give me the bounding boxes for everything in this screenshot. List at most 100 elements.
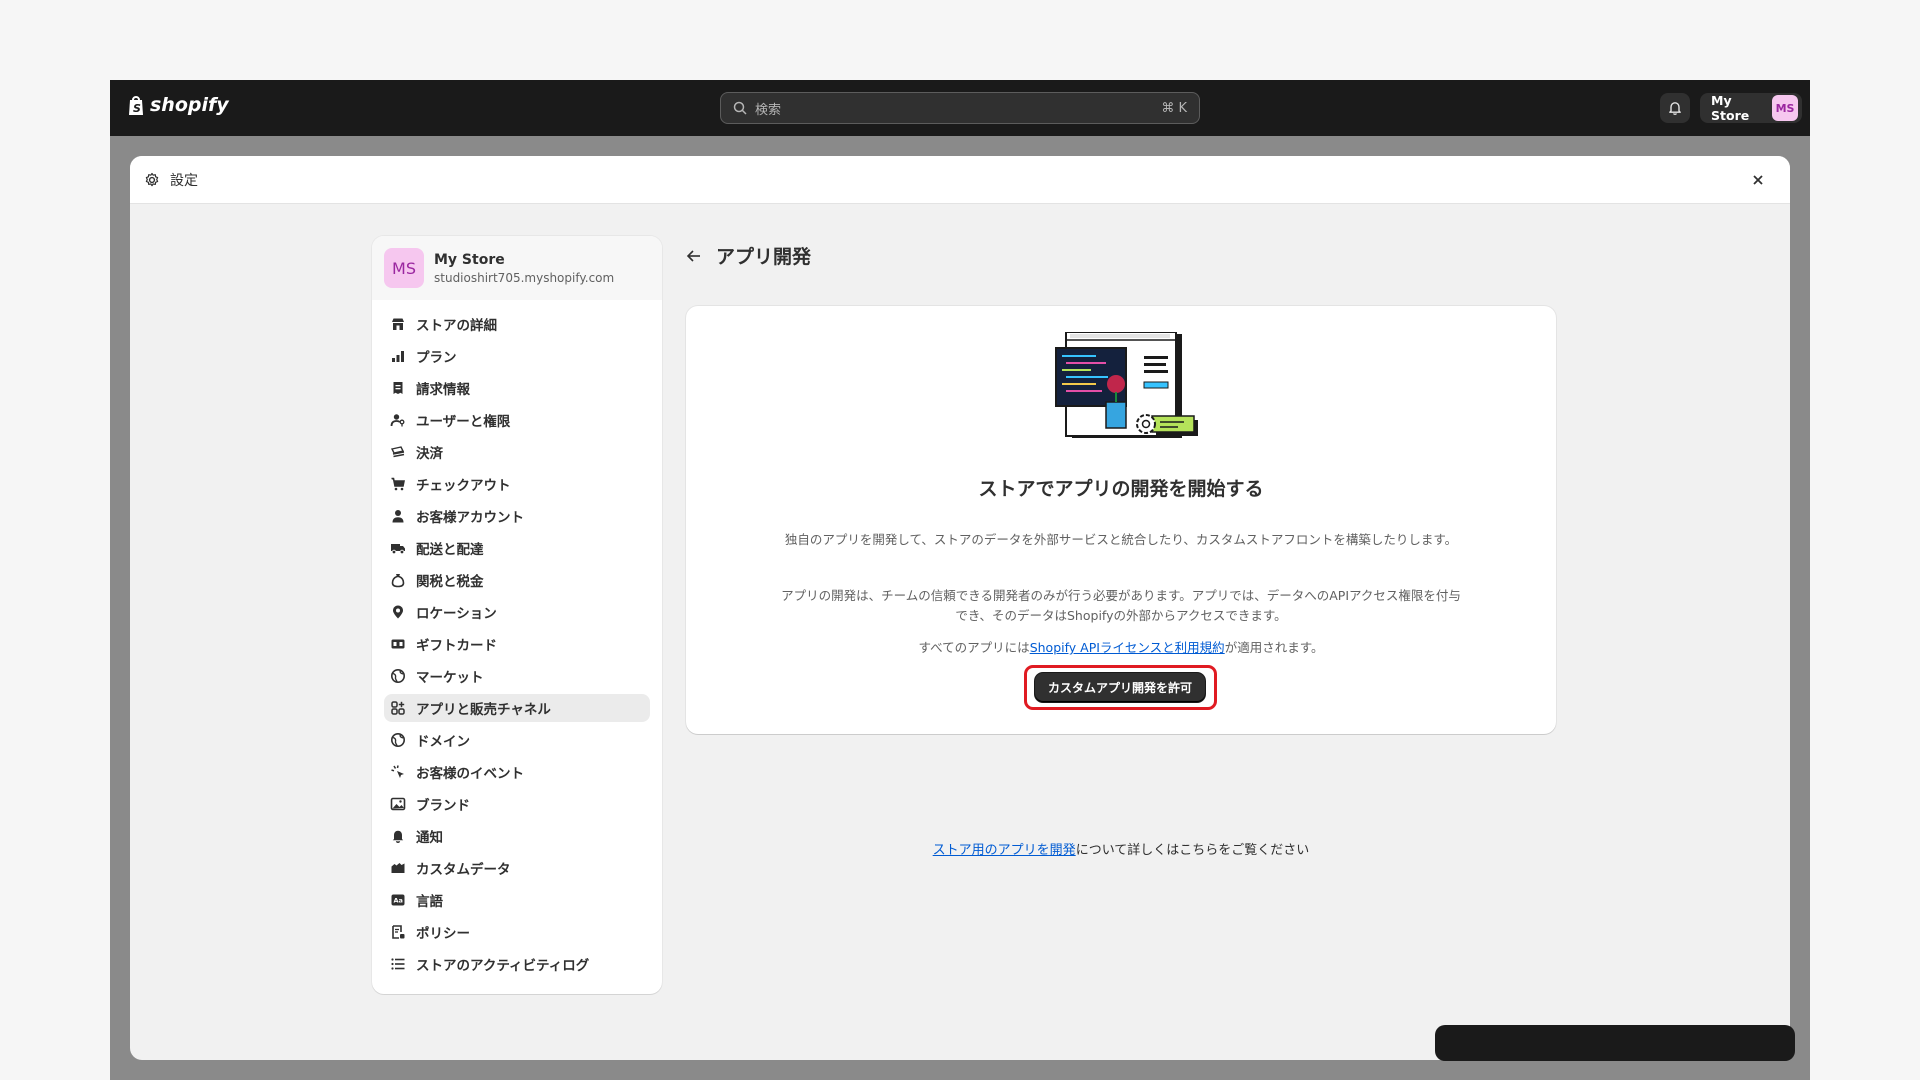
payment-icon xyxy=(390,446,405,458)
sidebar-item[interactable]: 決済 xyxy=(384,438,650,466)
sidebar-item[interactable]: 関税と税金 xyxy=(384,566,650,594)
license-note-prefix: すべてのアプリには xyxy=(918,640,1030,655)
sidebar-item[interactable]: ロケーション xyxy=(384,598,650,626)
sidebar-item-label: ブランド xyxy=(416,798,470,814)
allow-custom-app-development-button[interactable]: カスタムアプリ開発を許可 xyxy=(1035,673,1205,702)
license-note-suffix: が適用されます。 xyxy=(1224,640,1324,655)
sidebar-item-label: ロケーション xyxy=(416,606,497,622)
sidebar-item-label: ドメイン xyxy=(416,734,470,750)
sidebar-store-header[interactable]: MS My Store studioshirt705.myshopify.com xyxy=(372,236,662,300)
card-description-2: アプリの開発は、チームの信頼できる開発者のみが行う必要があります。アプリでは、デ… xyxy=(781,588,1461,623)
sidebar-item[interactable]: ユーザーと権限 xyxy=(384,406,650,434)
app-development-card: ストアでアプリの開発を開始する 独自のアプリを開発して、ストアのデータを外部サー… xyxy=(686,306,1556,734)
user-key-icon xyxy=(390,414,405,427)
sidebar-item[interactable]: マーケット xyxy=(384,662,650,690)
cart-icon xyxy=(391,477,405,491)
sidebar-item-label: チェックアウト xyxy=(416,478,511,494)
close-button[interactable] xyxy=(1744,166,1772,194)
logo-text: shopify xyxy=(150,94,229,116)
sidebar-item-label: 配送と配達 xyxy=(416,542,484,558)
sidebar-item-label: アプリと販売チャネル xyxy=(416,702,551,718)
sidebar-item-label: マーケット xyxy=(416,670,484,686)
sidebar-item[interactable]: カスタムデータ xyxy=(384,854,650,882)
settings-modal: 設定 MS My Store studioshirt705.myshopify.… xyxy=(130,156,1790,1060)
sidebar-item-label: ポリシー xyxy=(416,926,470,942)
learn-more-note: ストア用のアプリを開発について詳しくはこちらをご覧ください xyxy=(686,839,1556,858)
top-bar: S shopify 検索 ⌘ K My Store MS xyxy=(110,80,1810,136)
sidebar-item-label: ストアの詳細 xyxy=(416,318,497,334)
plan-chart-icon xyxy=(392,351,404,362)
modal-title: 設定 xyxy=(170,172,198,189)
page-header: アプリ開発 xyxy=(686,242,811,269)
sidebar-item-label: 通知 xyxy=(416,830,443,846)
sidebar-item[interactable]: チェックアウト xyxy=(384,470,650,498)
close-icon xyxy=(1753,174,1763,185)
gear-icon xyxy=(145,172,159,186)
sidebar-item-label: カスタムデータ xyxy=(416,862,511,878)
page-title: アプリ開発 xyxy=(716,246,812,268)
sidebar-item-label: ストアのアクティビティログ xyxy=(416,958,590,974)
svg-text:Aa: Aa xyxy=(394,897,403,905)
globe-icon xyxy=(391,733,405,747)
receipt-icon xyxy=(393,382,403,394)
search-placeholder: 検索 xyxy=(755,102,782,118)
store-icon xyxy=(392,318,404,330)
sidebar-item-label: プラン xyxy=(416,350,457,366)
settings-sidebar: MS My Store studioshirt705.myshopify.com… xyxy=(372,236,662,994)
card-heading: ストアでアプリの開発を開始する xyxy=(978,478,1264,500)
sidebar-item[interactable]: お客様のイベント xyxy=(384,758,650,786)
sidebar-item-label: 言語 xyxy=(416,894,443,910)
database-icon xyxy=(391,863,405,873)
back-arrow-icon[interactable] xyxy=(686,249,702,263)
location-pin-icon xyxy=(393,605,403,619)
sidebar-item[interactable]: 配送と配達 xyxy=(384,534,650,562)
sidebar-item-label: ギフトカード xyxy=(416,638,497,654)
sidebar-item[interactable]: ストアの詳細 xyxy=(384,310,650,338)
brand-image-icon xyxy=(390,797,406,811)
sidebar-item[interactable]: Aa 言語 xyxy=(384,886,650,914)
store-menu-button[interactable]: My Store MS xyxy=(1700,93,1802,123)
sidebar-item[interactable]: アプリと販売チャネル xyxy=(384,694,650,722)
sidebar-store-url: studioshirt705.myshopify.com xyxy=(434,270,615,285)
sidebar-item[interactable]: ブランド xyxy=(384,790,650,818)
sidebar-item[interactable]: 請求情報 xyxy=(384,374,650,402)
shopify-bag-icon: S xyxy=(129,96,143,115)
sidebar-item-label: 請求情報 xyxy=(416,382,470,398)
settings-nav: ストアの詳細 プラン請求情報ユーザーと権限決済チェックアウト お客様アカウント 配送と… xyxy=(372,300,662,992)
apps-icon xyxy=(391,701,405,715)
learn-more-suffix: について詳しくはこちらをご覧ください xyxy=(1075,843,1310,858)
language-icon: Aa xyxy=(391,894,405,906)
notifications-button[interactable] xyxy=(1660,93,1690,123)
api-license-link[interactable]: Shopify APIライセンスと利用規約 xyxy=(1030,640,1225,655)
sidebar-item[interactable]: 通知 xyxy=(384,822,650,850)
person-icon xyxy=(392,510,404,523)
sidebar-item[interactable]: ストアのアクティビティログ xyxy=(384,950,650,978)
sidebar-item-label: お客様アカウント xyxy=(416,510,524,526)
app-frame: S shopify 検索 ⌘ K My Store MS 設定 MS My St… xyxy=(110,80,1810,1080)
sparkle-icon xyxy=(391,765,404,778)
store-avatar: MS xyxy=(384,248,424,288)
toast-edge xyxy=(1435,1025,1795,1061)
sidebar-item[interactable]: プラン xyxy=(384,342,650,370)
sidebar-item[interactable]: ポリシー xyxy=(384,918,650,946)
svg-text:S: S xyxy=(133,102,141,115)
search-icon xyxy=(733,101,747,115)
search-shortcut: ⌘ K xyxy=(1161,100,1187,116)
sidebar-item-label: 関税と税金 xyxy=(416,574,484,590)
develop-apps-link[interactable]: ストア用のアプリを開発 xyxy=(933,843,1076,858)
shopify-logo[interactable]: S shopify xyxy=(126,94,229,116)
sidebar-item-label: ユーザーと権限 xyxy=(416,414,511,430)
sidebar-item[interactable]: ギフトカード xyxy=(384,630,650,658)
policy-icon xyxy=(392,925,405,939)
sidebar-item[interactable]: ドメイン xyxy=(384,726,650,754)
search-input[interactable]: 検索 ⌘ K xyxy=(720,92,1200,124)
sidebar-item[interactable]: お客様アカウント xyxy=(384,502,650,530)
card-license-note: すべてのアプリにはShopify APIライセンスと利用規約が適用されます。 xyxy=(776,638,1466,658)
globe-icon xyxy=(391,669,405,683)
bell-icon xyxy=(1669,102,1681,116)
modal-header: 設定 xyxy=(130,156,1790,204)
list-icon xyxy=(391,958,405,970)
app-development-illustration xyxy=(1055,332,1198,438)
truck-icon xyxy=(391,544,405,555)
sidebar-store-name: My Store xyxy=(434,251,505,268)
